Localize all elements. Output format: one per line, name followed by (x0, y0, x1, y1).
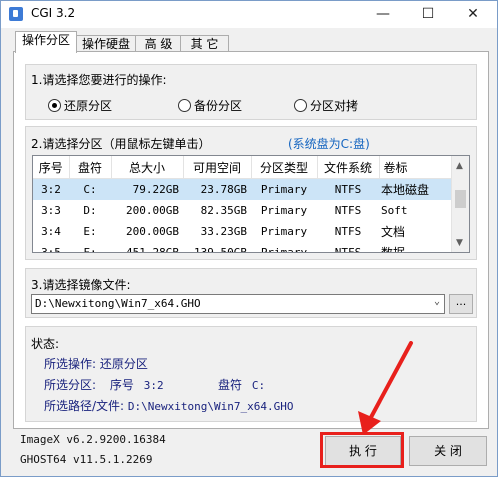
status-path-label: 所选路径/文件: (44, 399, 125, 413)
col-label[interactable]: 卷标 (379, 156, 452, 179)
status-path: 所选路径/文件: D:\Newxitong\Win7_x64.GHO (44, 397, 294, 414)
radio-copy-indicator (294, 99, 307, 112)
radio-copy-label: 分区对拷 (310, 99, 359, 113)
cell: Primary (260, 204, 308, 217)
col-total[interactable]: 总大小 (111, 156, 184, 179)
partition-group: 2.请选择分区（用鼠标左键单击） (系统盘为C:盘) 序号 盘符 总大小 可用空… (25, 126, 477, 260)
status-drive-label: 盘符 (218, 378, 243, 392)
scroll-down-icon[interactable]: ▼ (456, 238, 463, 248)
cell: 82.35GB (200, 204, 247, 217)
tab-partition-ops[interactable]: 操作分区 (15, 31, 77, 53)
cell: Soft (381, 204, 408, 217)
status-op: 所选操作: 还原分区 (44, 355, 148, 372)
image-path-value: D:\Newxitong\Win7_x64.GHO (35, 297, 201, 310)
status-op-label: 所选操作: (44, 357, 97, 371)
table-row[interactable]: 3:5 F: 451.28GB 139.50GB Primary NTFS 数据 (33, 242, 451, 253)
cell: F: (83, 246, 97, 253)
cell: E: (83, 225, 97, 238)
cell: 3:2 (33, 178, 69, 200)
image-path-combo[interactable]: D:\Newxitong\Win7_x64.GHO ⌄ (31, 294, 445, 314)
cell: NTFS (334, 246, 362, 253)
cell: 200.00GB (126, 225, 179, 238)
status-partition: 所选分区: 序号 3:2 (44, 376, 164, 393)
cell: 数据 (381, 246, 406, 253)
browse-button[interactable]: ... (449, 294, 473, 314)
execute-highlight (320, 432, 404, 468)
status-label: 状态: (31, 337, 60, 351)
app-icon (9, 7, 23, 21)
red-arrow-icon (358, 341, 413, 435)
col-drive[interactable]: 盘符 (69, 156, 112, 179)
cell: 3:5 (41, 246, 61, 253)
cell: NTFS (334, 225, 362, 238)
partition-table: 序号 盘符 总大小 可用空间 分区类型 文件系统 卷标 3:2 C: 79.22… (33, 156, 452, 253)
scroll-up-icon[interactable]: ▲ (456, 161, 463, 171)
close-button[interactable]: 关 闭 (409, 436, 487, 466)
cell: 文档 (381, 225, 406, 239)
col-index[interactable]: 序号 (33, 156, 70, 179)
status-drive-value: C: (251, 379, 266, 392)
image-group: 3.请选择镜像文件: D:\Newxitong\Win7_x64.GHO ⌄ .… (25, 268, 477, 318)
partition-list[interactable]: 序号 盘符 总大小 可用空间 分区类型 文件系统 卷标 3:2 C: 79.22… (32, 155, 470, 253)
ghost-version: GHOST64 v11.5.1.2269 (20, 453, 153, 466)
cell: 451.28GB (126, 246, 179, 253)
cell: 3:4 (41, 225, 61, 238)
scroll-thumb[interactable] (455, 190, 466, 208)
cell: Primary (260, 246, 308, 253)
radio-restore[interactable]: 还原分区 (48, 97, 112, 114)
minimize-button[interactable]: — (361, 1, 405, 28)
cell: 79.22GB (111, 178, 183, 200)
status-part-value: 3:2 (143, 379, 164, 392)
cell: Primary (260, 225, 308, 238)
imagex-version: ImageX v6.2.9200.16384 (20, 433, 166, 446)
radio-backup-label: 备份分区 (194, 99, 243, 113)
app-window: CGI 3.2 — ☐ ✕ 操作分区 操作硬盘 高 级 其 它 1.请选择您要进… (0, 0, 498, 477)
col-type[interactable]: 分区类型 (251, 156, 318, 179)
cell: 23.78GB (183, 178, 251, 200)
operation-label: 1.请选择您要进行的操作: (31, 73, 167, 87)
cell: 33.23GB (200, 225, 247, 238)
table-row[interactable]: 3:3 D: 200.00GB 82.35GB Primary NTFS Sof… (33, 200, 451, 221)
image-label: 3.请选择镜像文件: (31, 278, 131, 292)
status-drive: 盘符 C: (218, 376, 265, 393)
cell: NTFS (317, 178, 379, 200)
radio-restore-label: 还原分区 (64, 99, 113, 113)
system-disk-hint: (系统盘为C:盘) (288, 137, 370, 151)
status-part-value-label: 序号 (109, 378, 134, 392)
maximize-button[interactable]: ☐ (406, 1, 450, 28)
close-window-button[interactable]: ✕ (451, 1, 495, 28)
cell: D: (83, 204, 97, 217)
col-free[interactable]: 可用空间 (183, 156, 252, 179)
window-title: CGI 3.2 (31, 6, 76, 20)
cell: 139.50GB (194, 246, 247, 253)
partition-label: 2.请选择分区（用鼠标左键单击） (31, 137, 211, 151)
partition-header-row: 序号 盘符 总大小 可用空间 分区类型 文件系统 卷标 (33, 156, 452, 179)
status-op-value: 还原分区 (99, 357, 148, 371)
table-row[interactable]: 3:4 E: 200.00GB 33.23GB Primary NTFS 文档 (33, 221, 451, 242)
tab-strip: 操作分区 操作硬盘 高 级 其 它 (1, 28, 497, 53)
operation-group: 1.请选择您要进行的操作: 还原分区 备份分区 分区对拷 (25, 64, 477, 120)
partition-scrollbar[interactable]: ▲ ▼ (451, 156, 469, 252)
radio-restore-indicator (48, 99, 61, 112)
cell: C: (69, 178, 111, 200)
radio-backup-indicator (178, 99, 191, 112)
cell: Primary (251, 178, 317, 200)
status-path-value: D:\Newxitong\Win7_x64.GHO (127, 400, 294, 413)
cell: 200.00GB (126, 204, 179, 217)
radio-backup[interactable]: 备份分区 (178, 97, 242, 114)
col-fs[interactable]: 文件系统 (317, 156, 380, 179)
radio-copy[interactable]: 分区对拷 (294, 97, 358, 114)
chevron-down-icon[interactable]: ⌄ (434, 296, 440, 307)
title-bar: CGI 3.2 — ☐ ✕ (1, 1, 497, 28)
cell: 3:3 (41, 204, 61, 217)
status-part-label: 所选分区: (44, 378, 97, 392)
cell: NTFS (334, 204, 362, 217)
table-row[interactable]: 3:2 C: 79.22GB 23.78GB Primary NTFS 本地磁盘 (33, 178, 451, 200)
cell: 本地磁盘 (379, 178, 451, 200)
